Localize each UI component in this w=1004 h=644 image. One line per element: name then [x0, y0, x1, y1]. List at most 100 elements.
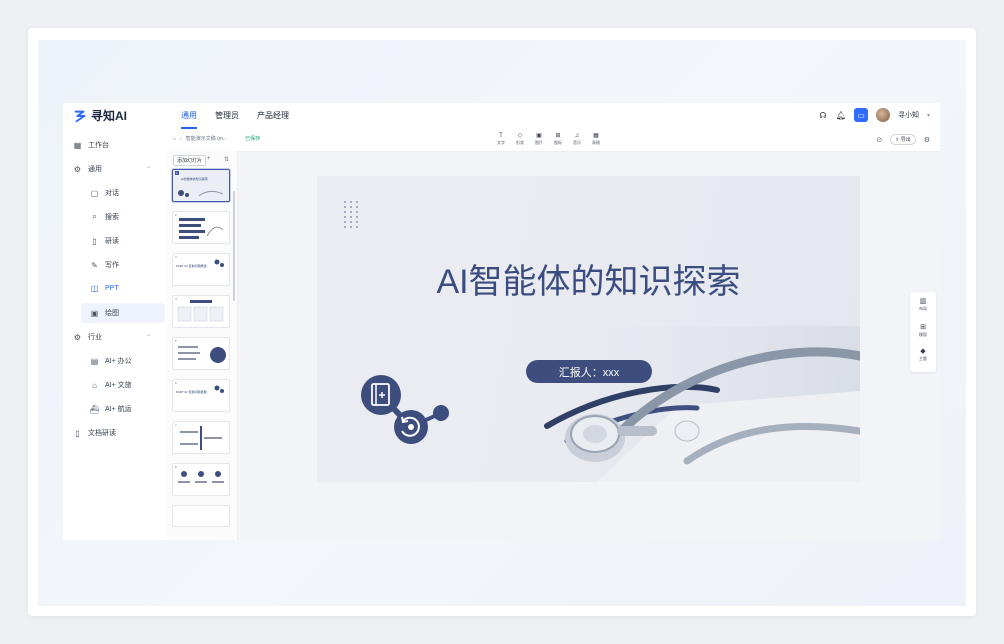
thumbnail-scrollbar[interactable]: [233, 191, 235, 301]
image-icon: ▣: [536, 133, 542, 139]
window-icon[interactable]: ▭: [853, 108, 868, 122]
sidebar-item-search[interactable]: ⌕ 搜索: [90, 212, 119, 222]
tab-general[interactable]: 通用: [181, 103, 197, 129]
sidebar-item-read[interactable]: ▯ 研读: [90, 236, 119, 246]
sidebar-item-doc-reading[interactable]: ▯ 文档研读: [73, 428, 116, 438]
float-label: 主题: [919, 356, 927, 361]
text-icon: T: [499, 133, 503, 139]
sidebar: ▦ 工作台 ⚙ 通用 ⌃ ▢ 对话 ⌕ 搜索 ▯ 研读 ✎ 写作 ◫ PPT ▣: [63, 129, 167, 540]
bell-icon[interactable]: 🔔︎: [836, 110, 846, 120]
thumb-title: AI智能体的知识探索: [181, 177, 208, 181]
grid-icon: ▦: [73, 140, 82, 150]
sidebar-item-ppt[interactable]: ◫ PPT: [90, 284, 119, 293]
save-status: 已保存: [245, 136, 261, 142]
sidebar-group-general[interactable]: ⚙ 通用 ⌃: [73, 164, 159, 174]
thumb-graphic: [178, 346, 226, 363]
tab-admin[interactable]: 管理员: [215, 103, 239, 129]
image-tool[interactable]: ▣ 图片: [535, 132, 543, 146]
slide-thumb[interactable]: 2: [172, 211, 230, 244]
slide-thumbnails: 添加幻灯片 + ⇅ 1 AI智能体的知识探索 2 3 PART 01 目前问题概…: [167, 151, 238, 540]
user-name[interactable]: 寻小知: [898, 110, 919, 120]
add-slide-button[interactable]: 添加幻灯片: [173, 155, 207, 166]
thumb-graphic: [177, 300, 224, 322]
slide-canvas[interactable]: AI智能体的知识探索 汇报人：xxx: [317, 176, 860, 482]
sidebar-item-label: AI+ 航运: [105, 406, 132, 413]
thumb-number: 3: [175, 255, 177, 259]
pen-icon: ✎: [91, 260, 98, 270]
tab-product-manager[interactable]: 产品经理: [257, 103, 289, 129]
thumb-graphic: [214, 259, 224, 267]
icons-icon: ⊞: [555, 133, 561, 139]
sidebar-item-label: 文档研读: [88, 430, 116, 437]
theme-button[interactable]: ◆ 主题: [910, 348, 936, 362]
template-icon: ⊞: [920, 324, 926, 331]
thumb-graphic: [179, 218, 224, 239]
slide-title[interactable]: AI智能体的知识探索: [317, 254, 860, 303]
icon-tool[interactable]: ⊞ 图标: [554, 132, 562, 146]
sidebar-item-ai-office[interactable]: ▤ AI+ 办公: [90, 356, 132, 366]
sidebar-item-draw[interactable]: ▣ 绘图: [90, 308, 119, 318]
layout-icon: ▥: [919, 298, 927, 305]
slide-thumb[interactable]: [172, 505, 230, 527]
play-icon[interactable]: ⊙: [876, 136, 882, 144]
image-icon: ▣: [90, 308, 99, 318]
logo[interactable]: 寻知AI: [73, 107, 127, 124]
office-icon: ▤: [90, 356, 99, 366]
sidebar-item-label: 对话: [105, 190, 119, 197]
sidebar-item-ai-shipping[interactable]: ⛴ AI+ 航运: [89, 404, 132, 414]
book-icon: ▯: [92, 236, 97, 246]
insert-tools: T 文字 ◇ 形状 ▣ 图片 ⊞ 图标 ♫ 音乐 ▦ 表格: [497, 132, 600, 146]
sidebar-item-label: AI+ 文旅: [105, 382, 132, 389]
search-icon: ⌕: [92, 212, 97, 221]
slide-thumb[interactable]: 4: [172, 295, 230, 328]
sidebar-item-chat[interactable]: ▢ 对话: [90, 188, 119, 198]
shape-tool[interactable]: ◇ 形状: [516, 132, 524, 146]
reporter-badge[interactable]: 汇报人：xxx: [526, 360, 652, 383]
slide-thumb[interactable]: 6 PART 02 目前问题发展: [172, 379, 230, 412]
template-button[interactable]: ⊞ 模版: [910, 324, 936, 338]
thumb-graphic: [178, 471, 224, 483]
home-icon[interactable]: ⌂: [173, 136, 176, 142]
app-window: 寻知AI 通用 管理员 产品经理 ☊ 🔔︎ ▭ 寻小知 ▾ ▦ 工作台 ⚙ 通用…: [63, 103, 940, 540]
editor-right-actions: ⊙ ⇪ 导出 ⚙: [876, 134, 930, 145]
sidebar-item-ai-travel[interactable]: ⌂ AI+ 文旅: [90, 380, 132, 390]
sidebar-item-label: PPT: [105, 285, 119, 292]
ppt-icon: ◫: [90, 284, 99, 293]
shape-icon: ◇: [517, 133, 523, 139]
export-button[interactable]: ⇪ 导出: [890, 134, 916, 145]
document-name[interactable]: 智能演示文稿 (m...: [186, 135, 227, 142]
sidebar-item-workbench[interactable]: ▦ 工作台: [73, 140, 109, 150]
layout-button[interactable]: ▥ 布局: [910, 298, 936, 312]
chevron-right-icon: ›: [180, 135, 182, 142]
float-label: 模版: [919, 332, 927, 337]
avatar[interactable]: [875, 108, 890, 122]
tool-label: 文字: [497, 140, 505, 145]
settings-icon[interactable]: ⚙: [924, 136, 930, 144]
plus-icon[interactable]: +: [207, 156, 211, 162]
chevron-down-icon[interactable]: ▾: [927, 112, 930, 119]
table-icon: ▦: [593, 133, 599, 139]
slide-thumb[interactable]: 8: [172, 463, 230, 496]
sort-icon[interactable]: ⇅: [224, 156, 229, 163]
sidebar-item-label: AI+ 办公: [105, 358, 132, 365]
slide-thumb[interactable]: 3 PART 01 目前问题概述: [172, 253, 230, 286]
sidebar-item-write[interactable]: ✎ 写作: [90, 260, 119, 270]
industry-icon: ⚙: [73, 332, 82, 342]
slide-thumb[interactable]: 5: [172, 337, 230, 370]
headset-icon[interactable]: ☊: [818, 110, 828, 120]
export-label: 导出: [900, 137, 911, 143]
theme-icon: ◆: [920, 348, 926, 355]
sidebar-group-industry[interactable]: ⚙ 行业 ⌃: [73, 332, 159, 342]
thumb-graphic: [180, 426, 222, 450]
sidebar-item-label: 研读: [105, 238, 119, 245]
text-tool[interactable]: T 文字: [497, 132, 505, 146]
thumb-number: 1: [175, 171, 179, 175]
slide-thumb[interactable]: 7: [172, 421, 230, 454]
slide-thumb[interactable]: 1 AI智能体的知识探索: [172, 169, 230, 202]
ship-icon: ⛴: [89, 404, 100, 414]
thumb-graphic: [178, 190, 224, 197]
music-tool[interactable]: ♫ 音乐: [573, 132, 581, 146]
table-tool[interactable]: ▦ 表格: [592, 132, 600, 146]
robot-icon: ⚙: [73, 164, 82, 174]
tool-label: 表格: [592, 140, 600, 145]
